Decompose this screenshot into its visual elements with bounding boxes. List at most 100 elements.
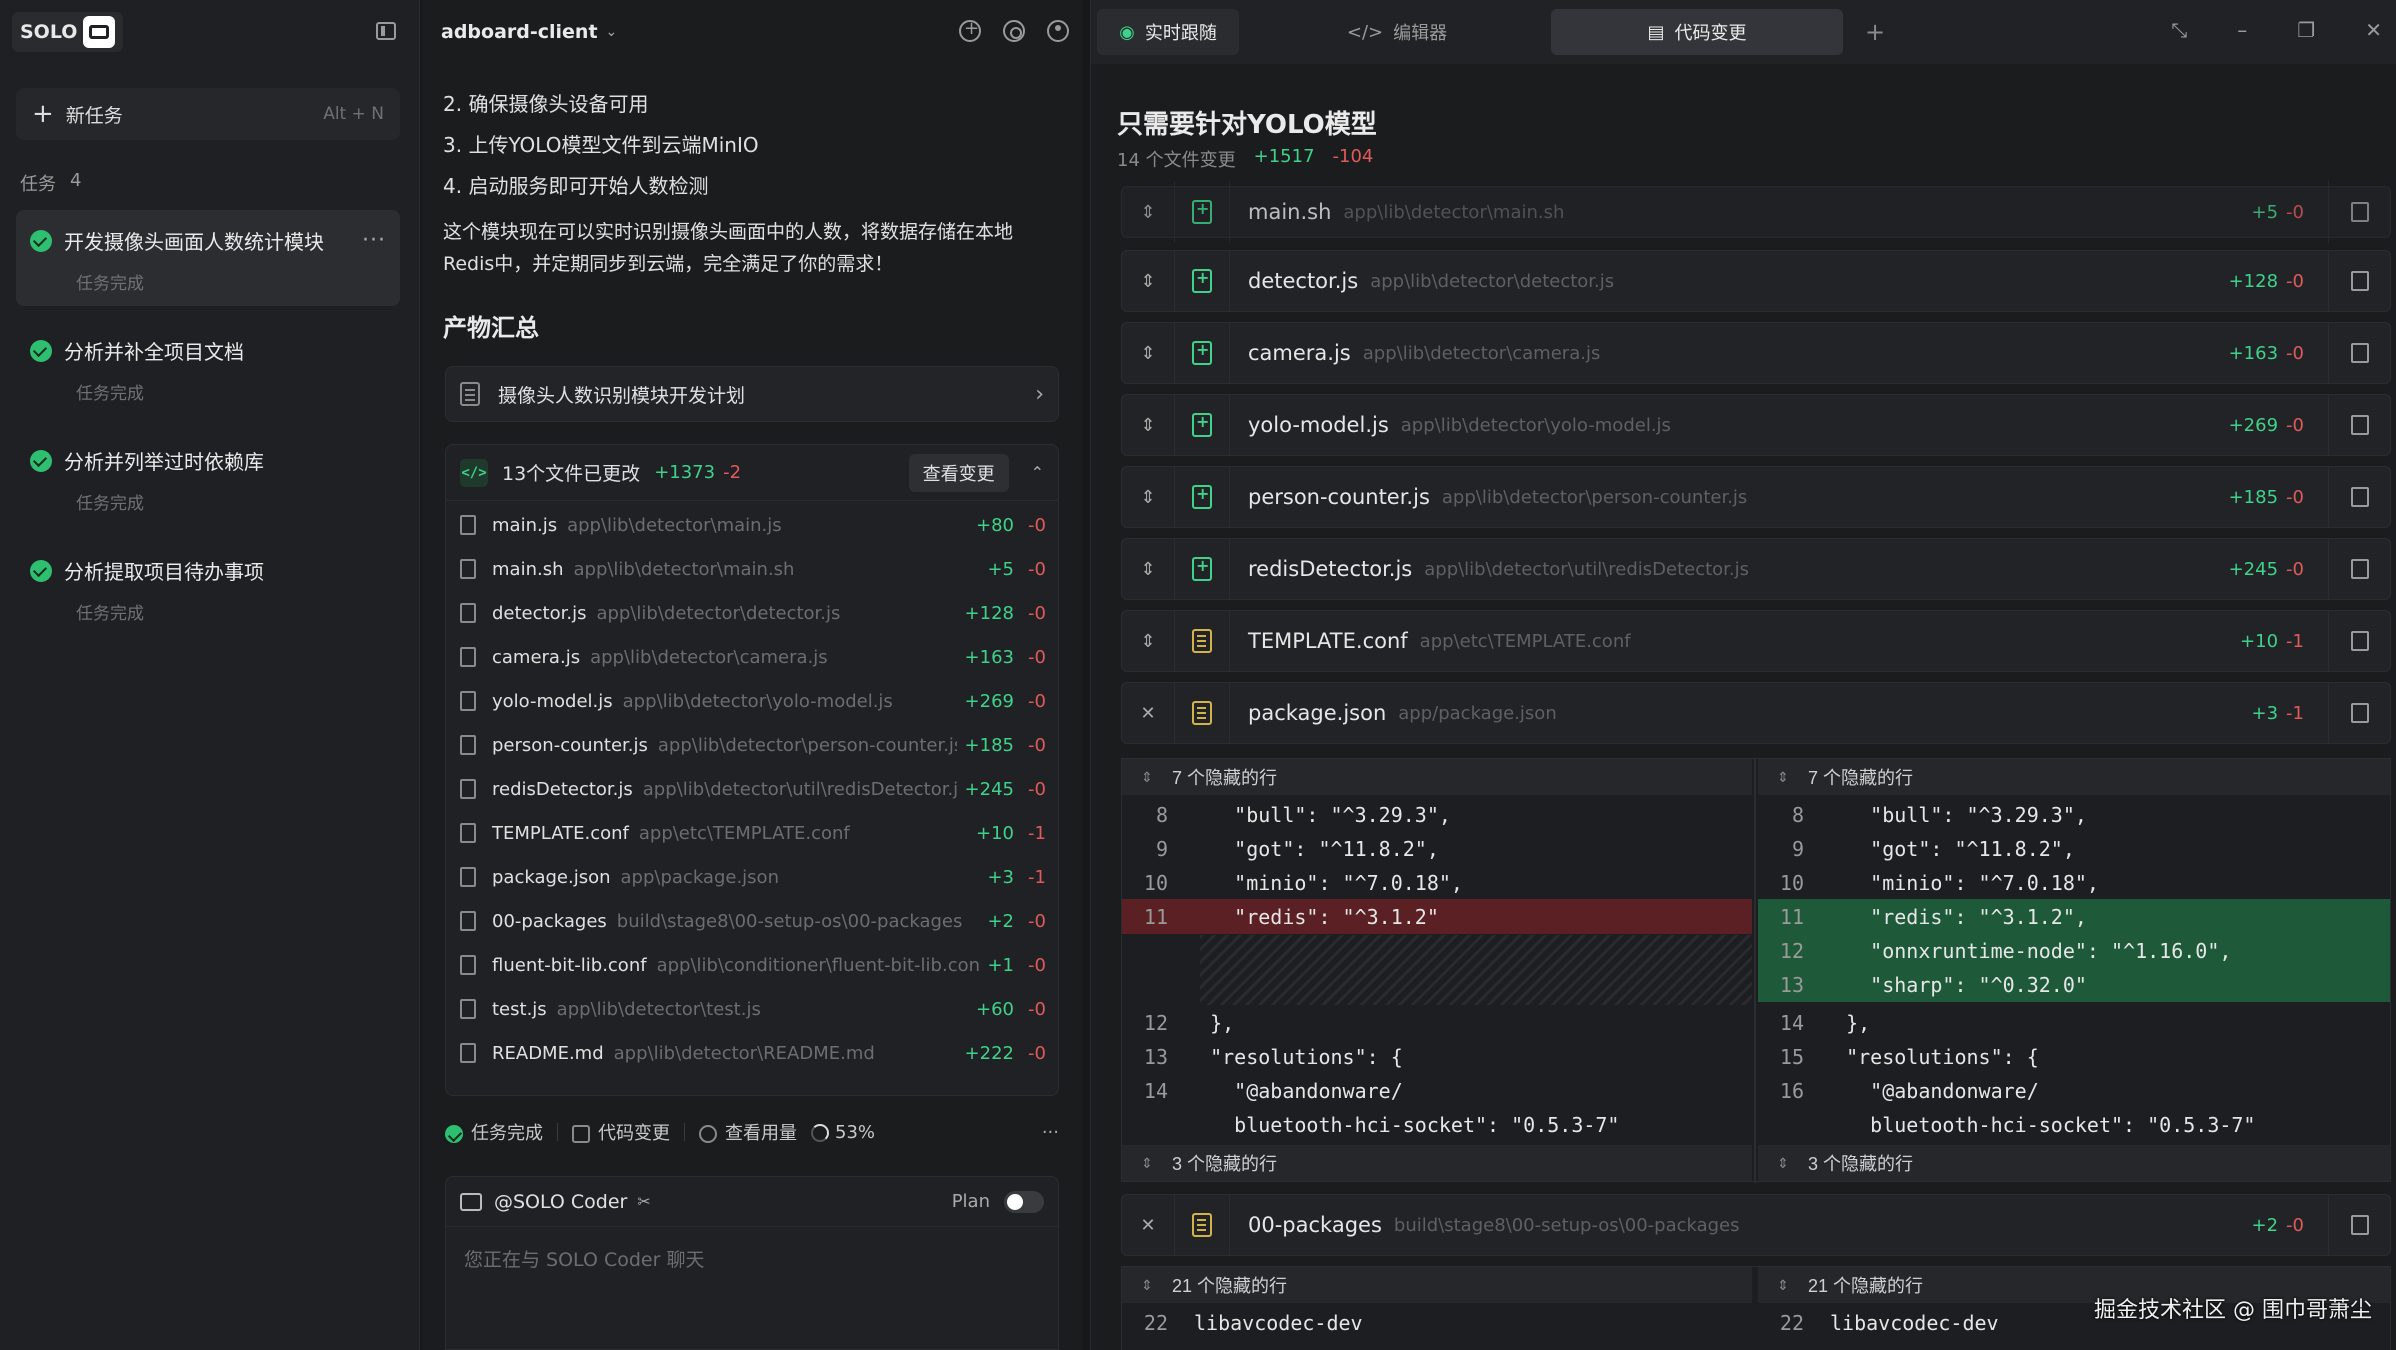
changed-file-row[interactable]: main.sh app\lib\detector\main.sh +5 -0 [460, 547, 1046, 591]
hidden-lines-bar[interactable]: ⇕ 21 个隐藏的行 [1122, 1267, 1752, 1303]
expand-icon[interactable]: ⇕ [1122, 343, 1174, 364]
changed-file-row[interactable]: detector.js app\lib\detector\detector.js +… [460, 591, 1046, 635]
agent-selector[interactable]: @SOLO Coder [494, 1191, 627, 1213]
file-added: +1 [987, 954, 1014, 976]
account-icon[interactable] [1047, 20, 1069, 42]
summary-paragraph: 这个模块现在可以实时识别摄像头画面中的人数，将数据存储在本地Redis中，并定期… [443, 221, 1014, 275]
file-icon [460, 911, 476, 931]
tab-code-changes[interactable]: ▤ 代码变更 [1551, 9, 1843, 55]
diff-file-row[interactable]: ⇕ main.sh app\lib\detector\main.sh +5 -0 [1121, 181, 2391, 243]
plan-toggle[interactable] [1004, 1190, 1044, 1213]
copy-icon[interactable] [2350, 703, 2369, 723]
tab-editor[interactable]: </> 编辑器 [1249, 9, 1545, 55]
add-tab-button[interactable]: + [1865, 18, 1885, 46]
collapse-icon[interactable]: ✕ [1122, 703, 1174, 724]
file-added: +163 [964, 646, 1014, 668]
changed-file-row[interactable]: redisDetector.js app\lib\detector\util\re… [460, 767, 1046, 811]
task-item[interactable]: 分析并补全项目文档 任务完成 [16, 320, 400, 416]
diff-file-row[interactable]: ✕ 00-packages build\stage8\00-setup-os\0… [1121, 1194, 2391, 1256]
task-item[interactable]: 分析提取项目待办事项 任务完成 [16, 540, 400, 636]
changed-file-row[interactable]: camera.js app\lib\detector\camera.js +163-… [460, 635, 1046, 679]
hidden-lines-bar[interactable]: ⇕ 3 个隐藏的行 [1758, 1145, 2390, 1181]
diff-file-row[interactable]: ⇕ person-counter.js app\lib\detector\perso… [1121, 466, 2391, 528]
tools-icon[interactable]: ✂ [637, 1192, 650, 1211]
copy-icon[interactable] [2350, 559, 2369, 579]
expand-icon[interactable]: ⇕ [1122, 631, 1174, 652]
usage-link[interactable]: 查看用量 [699, 1119, 797, 1145]
expand-icon[interactable]: ⇕ [1122, 271, 1174, 292]
app-window: SOLO + 新任务 Alt + N 任务 4 开发摄像头画面人数统计模块 ··… [0, 0, 2396, 1350]
new-task-button[interactable]: + 新任务 Alt + N [16, 88, 400, 140]
check-circle-icon [445, 1125, 463, 1143]
hidden-lines-bar[interactable]: ⇕ 7 个隐藏的行 [1758, 759, 2390, 795]
plan-card[interactable]: 摄像头人数识别模块开发计划 › [445, 366, 1059, 422]
changed-file-row[interactable]: fluent-bit-lib.conf app\lib\conditioner\f… [460, 943, 1046, 987]
diff-file-row[interactable]: ⇕ redisDetector.js app\lib\detector\util\r… [1121, 538, 2391, 600]
project-name[interactable]: adboard-client [441, 21, 598, 43]
tab-live-follow[interactable]: ◉ 实时跟随 [1097, 9, 1239, 55]
close-icon[interactable]: ✕ [2365, 18, 2382, 42]
file-deleted: -1 [1028, 866, 1046, 888]
diff-icon: ▤ [1647, 21, 1665, 43]
code-changes-link[interactable]: 代码变更 [572, 1119, 670, 1145]
minimize-icon[interactable]: – [2237, 18, 2247, 42]
collapse-icon[interactable]: ✕ [1122, 1215, 1174, 1236]
diff-file-name: camera.js [1248, 341, 1351, 365]
line-number: 9 [1155, 836, 1168, 861]
step-item: 2. 确保摄像头设备可用 [443, 92, 649, 116]
app-logo[interactable]: SOLO [12, 12, 124, 52]
gear-icon[interactable] [1003, 20, 1025, 42]
restore-icon[interactable]: ❐ [2297, 18, 2315, 42]
diff-file-row[interactable]: ⇕ camera.js app\lib\detector\camera.js +163… [1121, 322, 2391, 384]
diff-deleted: -104 [1332, 146, 1374, 167]
diff-file-row[interactable]: ⇕ yolo-model.js app\lib\detector\yolo-mode… [1121, 394, 2391, 456]
collapse-icon[interactable]: ⌃ [1031, 463, 1044, 482]
code-text: libavcodec-dev [1830, 1310, 1999, 1335]
diff-file-row[interactable]: ⇕ detector.js app\lib\detector\detector.js… [1121, 250, 2391, 312]
chat-input[interactable]: 您正在与 SOLO Coder 聊天 [446, 1227, 1058, 1290]
copy-icon[interactable] [2350, 271, 2369, 291]
more-icon[interactable]: ··· [1042, 1122, 1059, 1143]
expand-icon[interactable]: ⇕ [1122, 487, 1174, 508]
changed-file-row[interactable]: test.js app\lib\detector\test.js +60 -0 [460, 987, 1046, 1031]
copy-icon[interactable] [2350, 631, 2369, 651]
context-usage: 53% [811, 1122, 875, 1143]
file-name: main.sh [492, 558, 564, 580]
task-item[interactable]: 开发摄像头画面人数统计模块 ··· 任务完成 [16, 210, 400, 306]
add-chat-icon[interactable] [959, 18, 981, 42]
changed-file-row[interactable]: yolo-model.js app\lib\detector\yolo-model… [460, 679, 1046, 723]
changed-file-row[interactable]: person-counter.js app\lib\detector\person… [460, 723, 1046, 767]
diff-file-path: app\lib\detector\person-counter.js [1441, 486, 1748, 508]
hidden-lines-bar[interactable]: ⇕ 7 个隐藏的行 [1122, 759, 1752, 795]
changed-file-row[interactable]: 00-packages build\stage8\00-setup-os\00-p… [460, 899, 1046, 943]
code-line: 14 "@abandonware/ [1122, 1073, 1752, 1108]
view-changes-button[interactable]: 查看变更 [908, 453, 1009, 492]
copy-icon[interactable] [2350, 343, 2369, 363]
file-icon [460, 735, 476, 755]
hidden-lines-bar[interactable]: ⇕ 3 个隐藏的行 [1122, 1145, 1752, 1181]
changed-file-row[interactable]: main.js app\lib\detector\main.js +80 -0 [460, 503, 1046, 547]
copy-icon[interactable] [2350, 1215, 2369, 1235]
task-status: 任务完成 [76, 494, 144, 514]
expand-icon[interactable]: ⇕ [1122, 415, 1174, 436]
copy-icon[interactable] [2350, 202, 2369, 222]
check-circle-icon [30, 449, 52, 472]
chevron-down-icon[interactable]: ⌄ [606, 24, 618, 40]
diff-file-row[interactable]: ⇕ TEMPLATE.conf app\etc\TEMPLATE.conf +10 -1 [1121, 610, 2391, 672]
changed-file-row[interactable]: README.md app\lib\detector\README.md +222-… [460, 1031, 1046, 1075]
files-deleted-lines: -2 [723, 462, 742, 483]
more-icon[interactable]: ··· [362, 228, 386, 253]
expand-icon[interactable]: ⇕ [1122, 202, 1174, 223]
diff-file-path: app\lib\detector\camera.js [1362, 342, 1601, 364]
sidebar-toggle-icon[interactable] [376, 22, 396, 40]
diff-file-row[interactable]: ✕ package.json app/package.json +3 -1 [1121, 682, 2391, 744]
expand-icon[interactable]: ⇕ [1122, 559, 1174, 580]
diff-added: +1517 [1253, 146, 1315, 167]
shrink-icon[interactable]: ⤡ [2171, 18, 2187, 42]
copy-icon[interactable] [2350, 487, 2369, 507]
task-item[interactable]: 分析并列举过时依赖库 任务完成 [16, 430, 400, 526]
changed-file-row[interactable]: package.json app\package.json +3 -1 [460, 855, 1046, 899]
task-done-label: 任务完成 [471, 1123, 543, 1144]
changed-file-row[interactable]: TEMPLATE.conf app\etc\TEMPLATE.conf +10 -1 [460, 811, 1046, 855]
copy-icon[interactable] [2350, 415, 2369, 435]
